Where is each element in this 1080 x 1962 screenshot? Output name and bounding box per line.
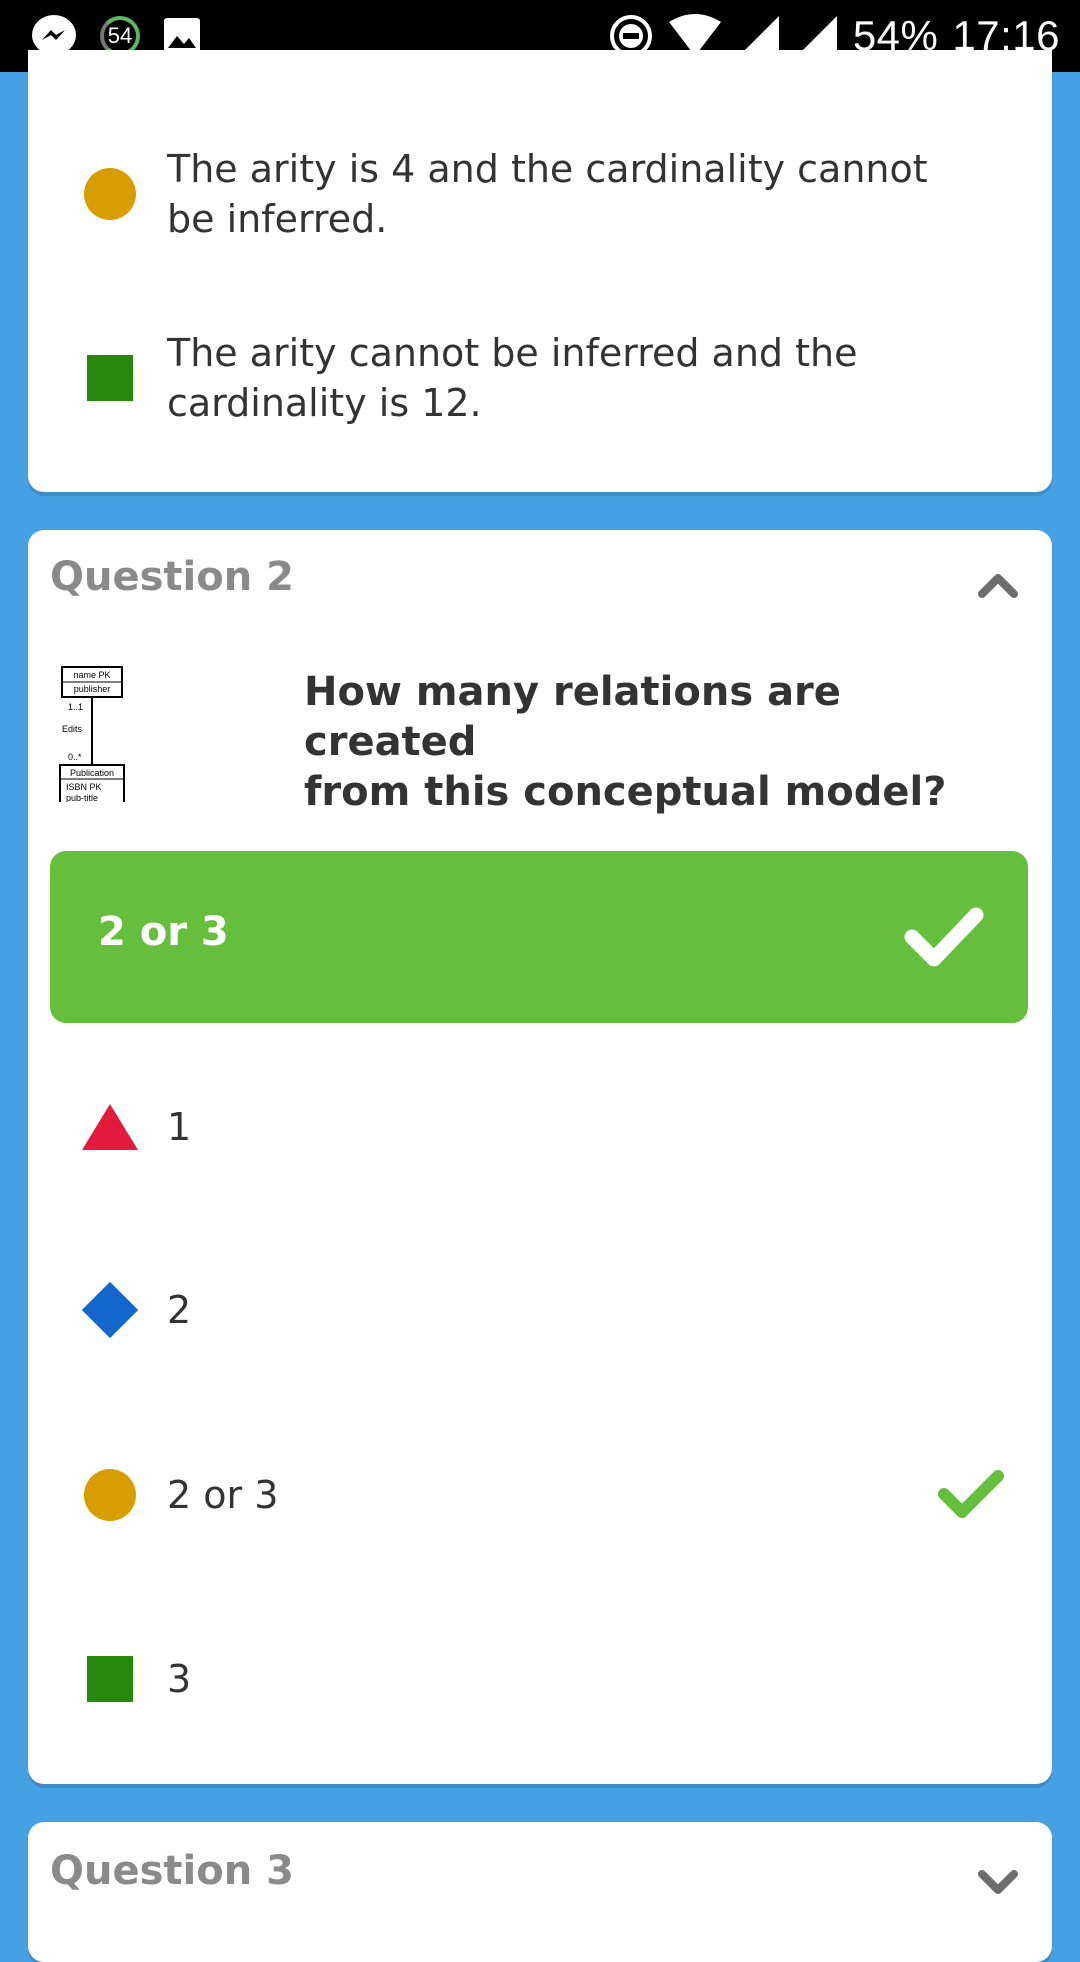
answer-option-correct: 2 or 3: [28, 1460, 1052, 1530]
square-icon: [87, 355, 133, 401]
question-text: How many relations are created from this…: [304, 667, 1024, 817]
question-title: Question 2: [50, 554, 294, 600]
answer-option-text: cardinality is 12.: [167, 381, 482, 425]
thumb-box1-line2: publisher: [74, 684, 111, 694]
answer-option: The arity is 4 and the cardinality canno…: [28, 144, 1052, 244]
chevron-down-icon[interactable]: [978, 1862, 1018, 1902]
question-image[interactable]: name PK publisher 1..1 Edits 0..* Public…: [58, 665, 130, 802]
question2-card: Question 2 name PK publisher 1..1 Edits …: [28, 530, 1052, 1784]
thumb-box2-line1: Publication: [70, 768, 114, 778]
thumb-box2-line3: pub-title: [66, 793, 98, 802]
answer-option: 1: [28, 1092, 1052, 1162]
thumb-mult1: 1..1: [68, 702, 83, 712]
correct-answer-banner: 2 or 3: [50, 851, 1028, 1023]
circle-icon: [84, 168, 136, 220]
thumb-mult2: 0..*: [68, 752, 82, 762]
thumb-relation: Edits: [62, 724, 83, 734]
question-title: Question 3: [50, 1848, 294, 1894]
thumb-box1-line1: name PK: [73, 670, 110, 680]
answer-option: 2: [28, 1275, 1052, 1345]
question3-card[interactable]: Question 3: [28, 1822, 1052, 1962]
answer-option-text: 3: [167, 1657, 192, 1701]
question1-card: The arity is 4 and the cardinality canno…: [28, 50, 1052, 492]
checkmark-icon: [904, 907, 984, 967]
answer-option: 3: [28, 1644, 1052, 1714]
thumb-box2-line2: ISBN PK: [66, 782, 102, 792]
chevron-up-icon[interactable]: [978, 566, 1018, 606]
checkmark-icon: [938, 1470, 1004, 1518]
answer-option-text: be inferred.: [167, 197, 388, 241]
question-text-line: from this conceptual model?: [304, 769, 947, 815]
question-text-line: How many relations are created: [304, 669, 841, 765]
answer-option-text: 2 or 3: [167, 1473, 279, 1517]
correct-answer-text: 2 or 3: [98, 909, 229, 955]
answer-option-text: 2: [167, 1288, 192, 1332]
square-icon: [87, 1656, 133, 1702]
notification-count: 54: [107, 23, 133, 48]
circle-icon: [84, 1469, 136, 1521]
triangle-icon: [82, 1104, 138, 1150]
answer-option-text: The arity cannot be inferred and the: [167, 331, 858, 375]
answer-option-text: The arity is 4 and the cardinality canno…: [167, 147, 928, 191]
diamond-icon: [81, 1281, 139, 1339]
answer-option: The arity cannot be inferred and the car…: [28, 328, 1052, 428]
answer-option-text: 1: [167, 1105, 192, 1149]
